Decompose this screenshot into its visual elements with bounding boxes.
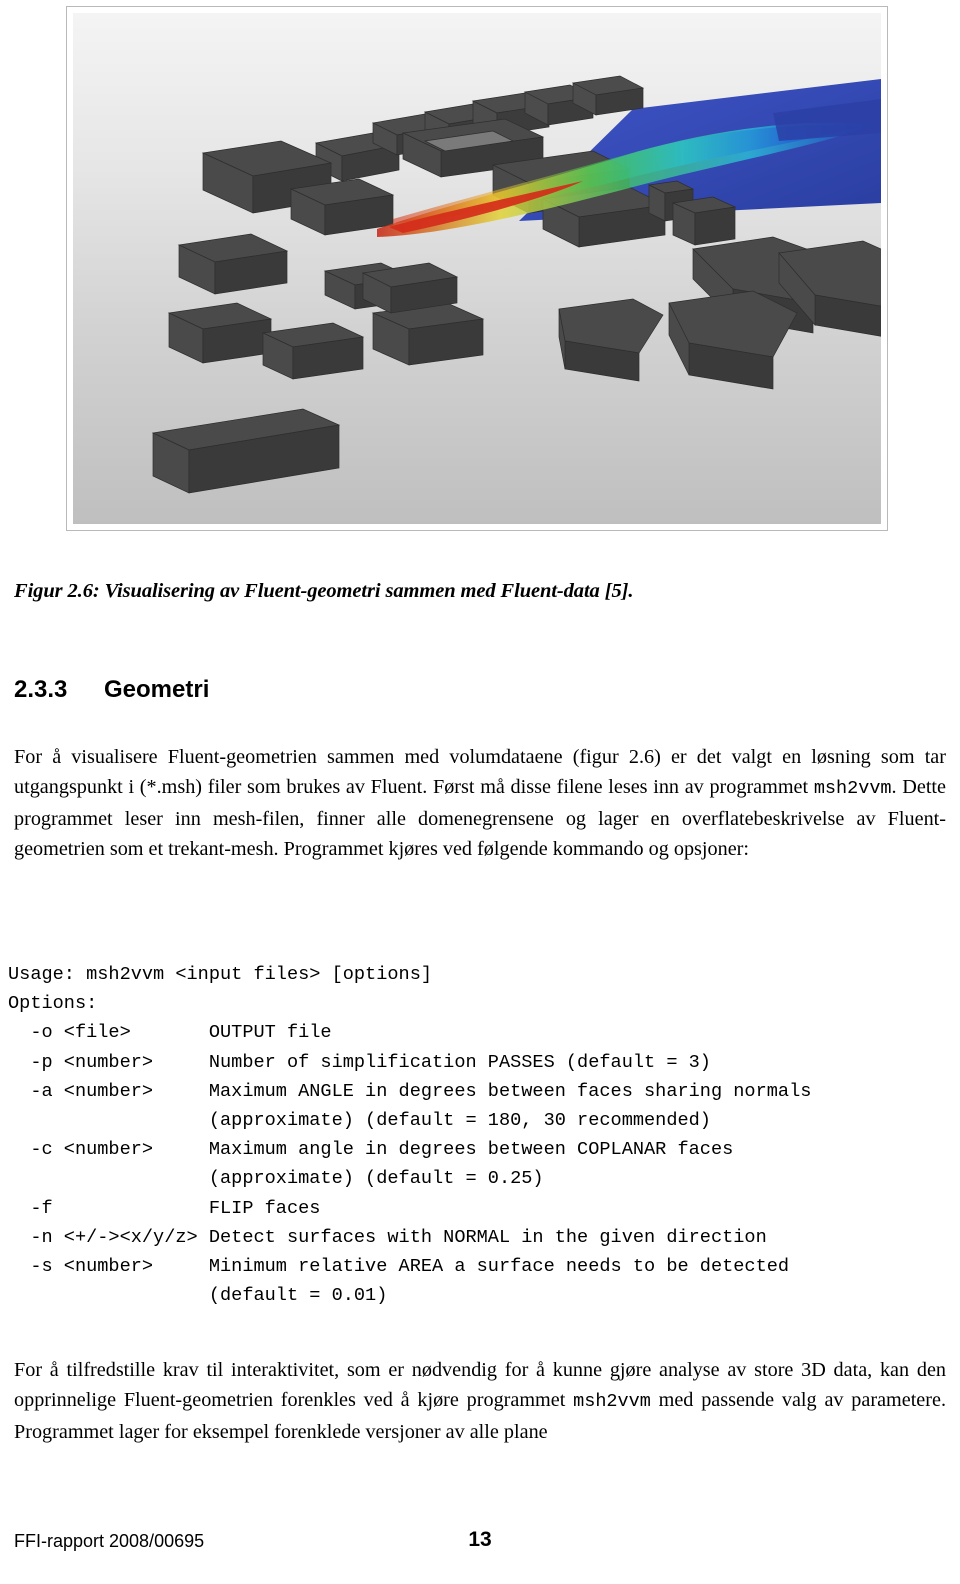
footer-page-number: 13 bbox=[468, 1528, 492, 1551]
usage-code-block: Usage: msh2vvm <input files> [options] O… bbox=[8, 964, 812, 1307]
fluent-geometry-scene bbox=[73, 13, 881, 524]
figure-image bbox=[73, 13, 881, 524]
figure-caption: Figur 2.6: Visualisering av Fluent-geome… bbox=[14, 580, 634, 602]
section-number: 2.3.3 bbox=[14, 676, 68, 703]
paragraph-simplification: For å tilfredstille krav til interaktivi… bbox=[14, 1355, 946, 1447]
paragraph-intro: For å visualisere Fluent-geometrien samm… bbox=[14, 742, 946, 864]
paragraph-intro-part1: For å visualisere Fluent-geometrien samm… bbox=[14, 746, 946, 798]
program-name-msh2vvm-2: msh2vvm bbox=[573, 1391, 651, 1412]
document-page: Figur 2.6: Visualisering av Fluent-geome… bbox=[0, 0, 960, 1584]
section-title: Geometri bbox=[104, 676, 210, 703]
figure-container bbox=[66, 6, 888, 531]
program-name-msh2vvm: msh2vvm bbox=[813, 778, 892, 799]
